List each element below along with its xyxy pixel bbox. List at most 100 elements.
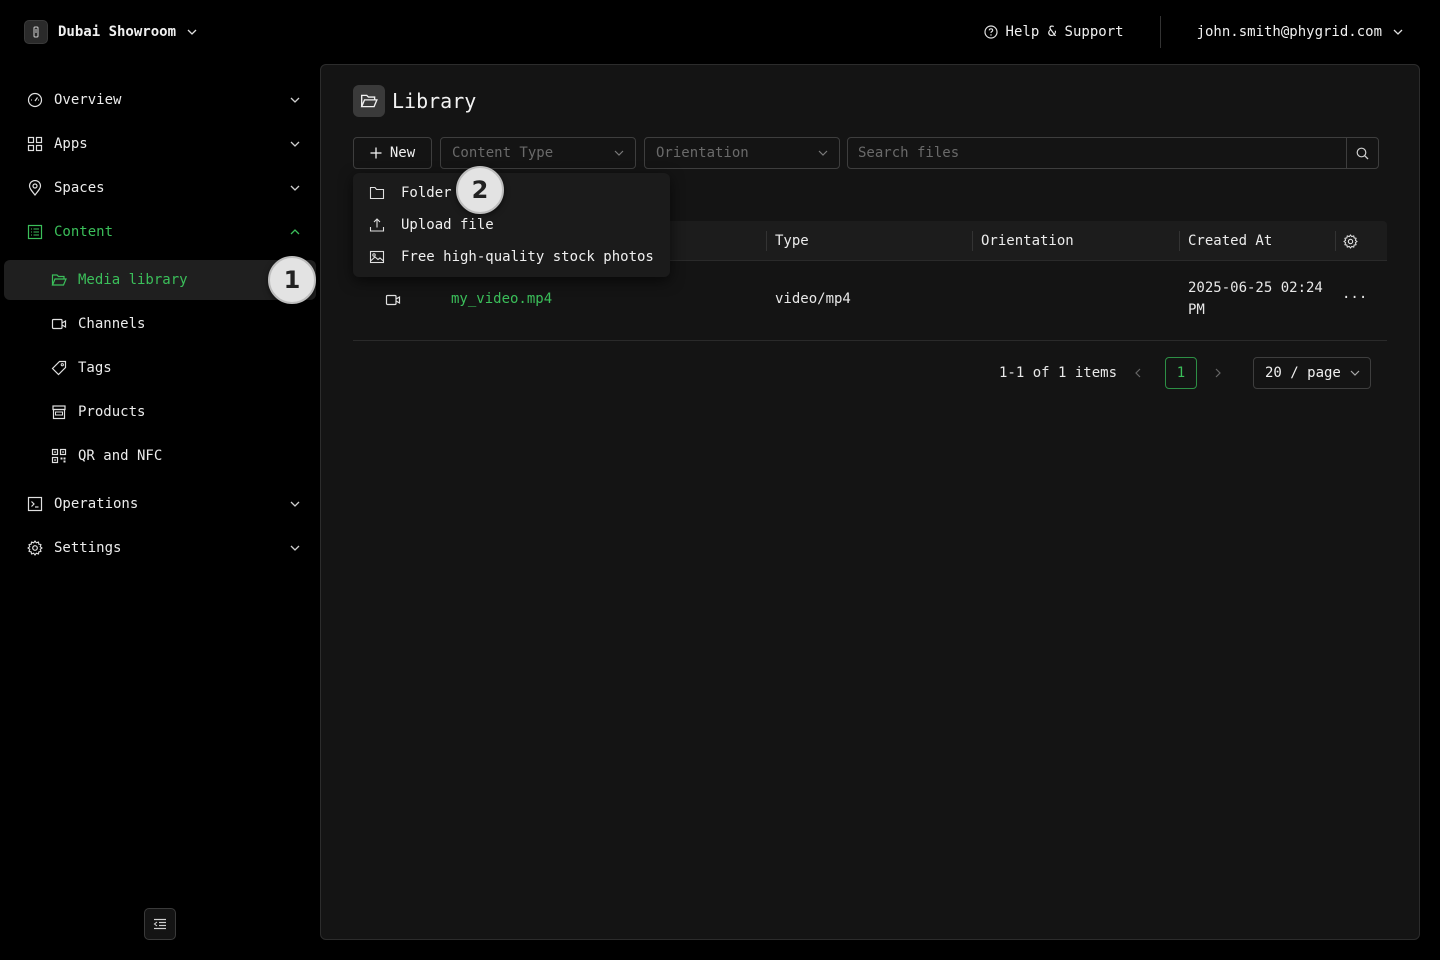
pagination-summary: 1-1 of 1 items	[999, 365, 1118, 381]
chevron-down-icon	[290, 185, 300, 191]
chevron-up-icon	[290, 229, 300, 235]
file-name-link[interactable]: my_video.mp4	[451, 291, 552, 307]
page-title: Library	[392, 89, 477, 113]
new-dropdown-menu: Folder Upload file Free high-quality sto…	[353, 173, 670, 277]
orientation-select[interactable]: Orientation	[644, 137, 840, 169]
sidebar-item-operations[interactable]: Operations	[4, 484, 316, 524]
next-page-button[interactable]	[1212, 357, 1224, 389]
content-type-select[interactable]: Content Type	[440, 137, 636, 169]
gauge-icon	[26, 91, 44, 109]
video-file-icon	[385, 292, 401, 308]
prev-page-button[interactable]	[1132, 357, 1144, 389]
page-size-label: 20 / page	[1265, 365, 1341, 381]
new-button-label: New	[389, 145, 416, 161]
sidebar-item-tags[interactable]: Tags	[4, 348, 316, 388]
file-created-time: PM	[1188, 302, 1205, 318]
folder-open-icon	[50, 271, 68, 289]
menu-item-stock-photos[interactable]: Free high-quality stock photos	[353, 241, 670, 273]
collapse-sidebar-button[interactable]	[144, 908, 176, 940]
grid-icon	[26, 135, 44, 153]
menu-item-label: Folder	[401, 185, 452, 201]
column-header-orientation[interactable]: Orientation	[981, 221, 1074, 261]
column-header-created-at[interactable]: Created At	[1188, 221, 1272, 261]
sidebar-item-label: QR and NFC	[78, 448, 163, 464]
column-divider	[972, 231, 973, 251]
help-support-link[interactable]: Help & Support	[983, 24, 1160, 40]
sidebar-item-label: Media library	[78, 272, 188, 288]
folder-open-icon	[353, 85, 385, 117]
annotation-badge-1: 1	[268, 256, 316, 304]
menu-item-label: Upload file	[401, 217, 494, 233]
chevron-down-icon	[818, 150, 828, 156]
chevron-down-icon	[1350, 370, 1360, 376]
sidebar-item-content[interactable]: Content	[4, 212, 316, 252]
image-icon	[368, 248, 386, 266]
content-type-placeholder: Content Type	[452, 145, 554, 161]
user-email: john.smith@phygrid.com	[1196, 24, 1382, 40]
sidebar-item-settings[interactable]: Settings	[4, 528, 316, 568]
tag-icon	[50, 359, 68, 377]
search-button[interactable]	[1346, 138, 1378, 168]
file-type: video/mp4	[775, 291, 851, 307]
sidebar-item-label: Spaces	[54, 180, 105, 196]
chevron-down-icon	[1393, 29, 1403, 35]
sidebar-item-label: Tags	[78, 360, 112, 376]
sidebar-item-channels[interactable]: Channels	[4, 304, 316, 344]
page-size-select[interactable]: 20 / page	[1253, 357, 1371, 389]
chevron-left-icon	[1135, 368, 1141, 378]
question-circle-icon	[983, 25, 998, 39]
gear-icon	[26, 539, 44, 557]
menu-item-upload-file[interactable]: Upload file	[353, 209, 670, 241]
search-input[interactable]	[848, 138, 1348, 168]
new-button[interactable]: New	[353, 137, 432, 169]
help-label: Help & Support	[1005, 24, 1124, 40]
gear-icon	[1343, 233, 1358, 249]
chevron-down-icon	[290, 141, 300, 147]
search-box	[847, 137, 1379, 169]
chevron-right-icon	[1215, 368, 1221, 378]
sidebar-item-label: Settings	[54, 540, 122, 556]
sidebar-item-spaces[interactable]: Spaces	[4, 168, 316, 208]
chevron-down-icon	[187, 29, 197, 35]
org-name: Dubai Showroom	[58, 24, 177, 40]
store-icon	[50, 403, 68, 421]
column-settings-button[interactable]	[1343, 221, 1358, 261]
sidebar-item-label: Content	[54, 224, 114, 240]
sidebar-item-label: Products	[78, 404, 146, 420]
menu-item-label: Free high-quality stock photos	[401, 249, 654, 265]
org-logo	[24, 20, 48, 44]
sidebar-item-label: Operations	[54, 496, 139, 512]
org-switcher[interactable]: Dubai Showroom	[24, 20, 198, 44]
sidebar-item-overview[interactable]: Overview	[4, 80, 316, 120]
chevron-down-icon	[290, 501, 300, 507]
user-menu[interactable]: john.smith@phygrid.com	[1197, 24, 1404, 40]
column-header-type[interactable]: Type	[775, 221, 809, 261]
sidebar-item-label: Overview	[54, 92, 122, 108]
plus-icon	[370, 147, 382, 159]
terminal-icon	[26, 495, 44, 513]
sidebar-item-label: Channels	[78, 316, 146, 332]
menu-item-folder[interactable]: Folder	[353, 177, 670, 209]
search-icon	[1356, 147, 1369, 159]
chevron-down-icon	[290, 97, 300, 103]
header-divider	[1159, 16, 1161, 48]
sidebar-item-qr-nfc[interactable]: QR and NFC	[4, 436, 316, 476]
sidebar-item-apps[interactable]: Apps	[4, 124, 316, 164]
page-number-button[interactable]: 1	[1165, 357, 1197, 389]
folder-icon	[368, 184, 386, 202]
row-actions-button[interactable]: ···	[1342, 290, 1367, 306]
menu-fold-icon	[153, 918, 166, 930]
orientation-placeholder: Orientation	[656, 145, 749, 161]
column-divider	[1335, 231, 1336, 251]
annotation-badge-2: 2	[456, 166, 504, 214]
chevron-down-icon	[290, 545, 300, 551]
qr-code-icon	[50, 447, 68, 465]
content-icon	[26, 223, 44, 241]
video-camera-icon	[50, 315, 68, 333]
sidebar-item-products[interactable]: Products	[4, 392, 316, 432]
chevron-down-icon	[614, 150, 624, 156]
location-pin-icon	[26, 179, 44, 197]
column-divider	[766, 231, 767, 251]
file-created-date: 2025-06-25 02:24	[1188, 280, 1323, 296]
upload-icon	[368, 216, 386, 234]
